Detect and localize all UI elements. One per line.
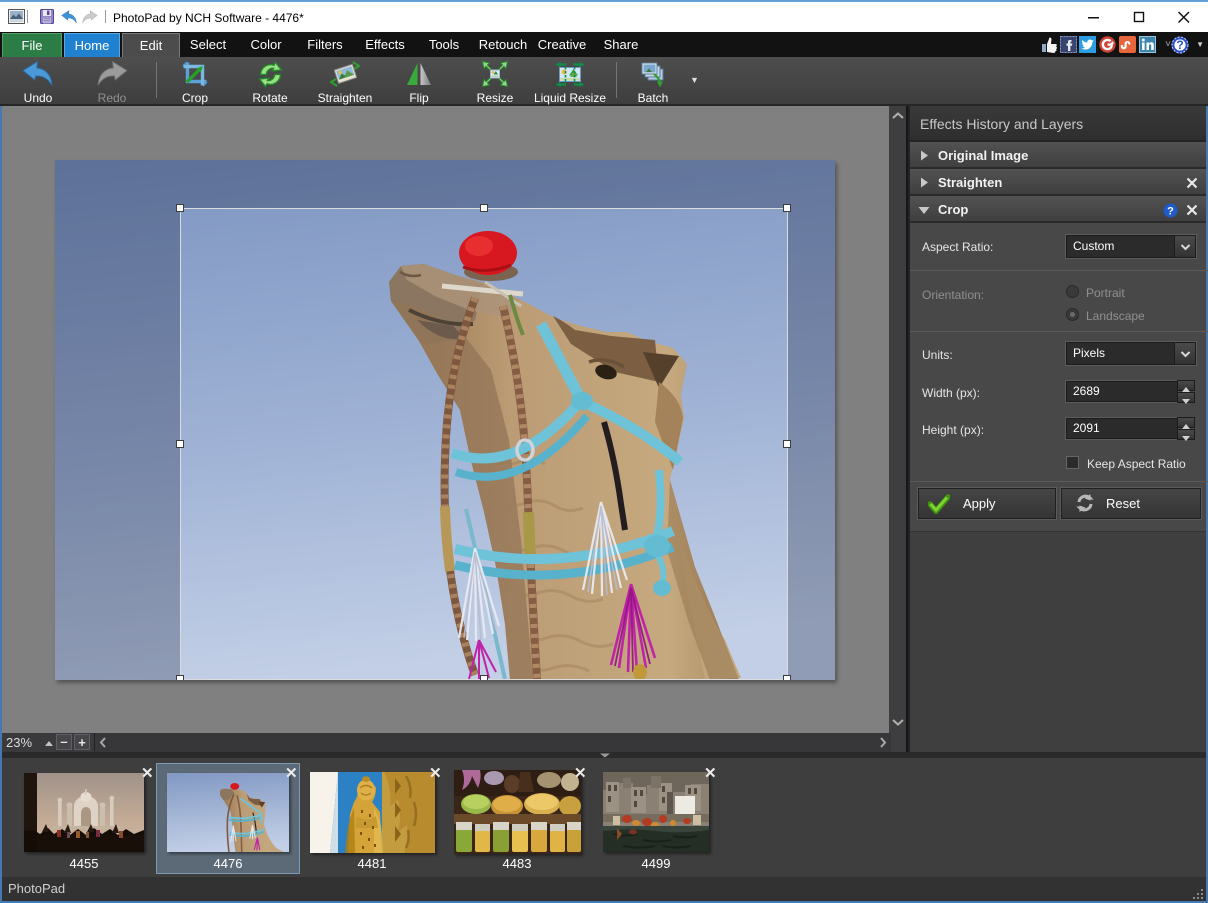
svg-text:?: ?	[1176, 38, 1183, 52]
svg-text:?: ?	[1167, 205, 1174, 217]
